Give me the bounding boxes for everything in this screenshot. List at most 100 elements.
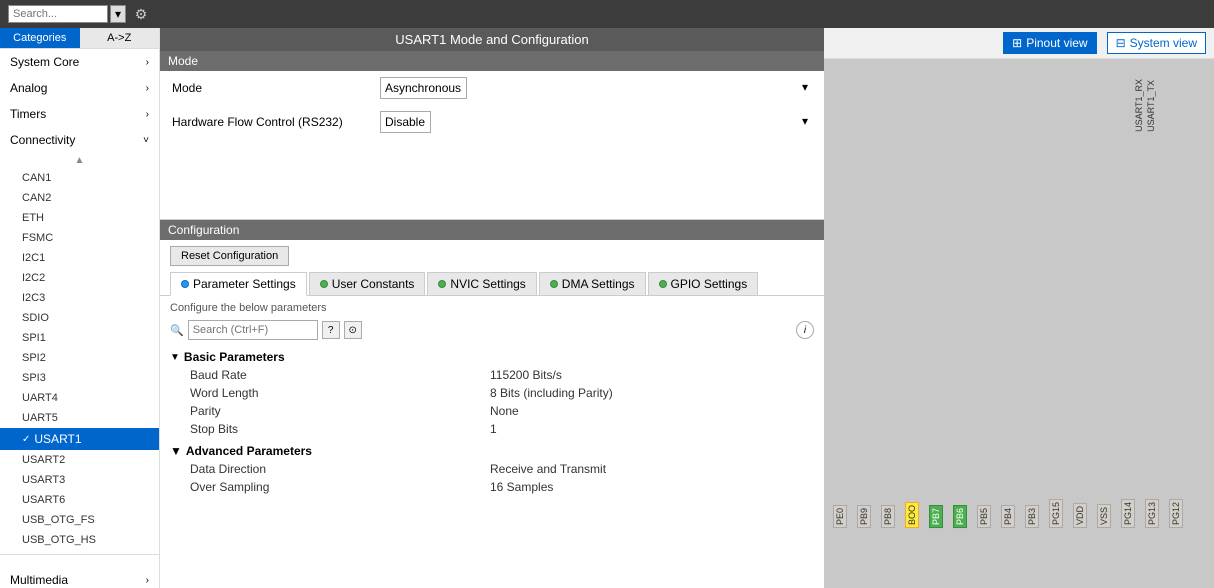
pin-item-pb5[interactable]: PB5 — [972, 505, 996, 528]
pin-label-pg14[interactable]: PG14 — [1121, 499, 1135, 528]
param-name: Parity — [190, 404, 490, 418]
system-view-label: System view — [1130, 36, 1197, 50]
pin-item-pg15[interactable]: PG15 — [1044, 499, 1068, 528]
pin-label-pb9[interactable]: PB9 — [857, 505, 871, 528]
tab-nvic-label: NVIC Settings — [450, 277, 525, 291]
sidebar-sub-item-usart6[interactable]: USART6 — [0, 490, 159, 510]
tab-parameter-settings[interactable]: Parameter Settings — [170, 272, 307, 296]
sidebar-sub-item-can1[interactable]: CAN1 — [0, 168, 159, 188]
basic-params-header[interactable]: ▼ Basic Parameters — [170, 348, 814, 366]
sidebar-item-multimedia[interactable]: Multimedia › — [0, 567, 159, 588]
pin-label-pg13[interactable]: PG13 — [1145, 499, 1159, 528]
sidebar-sub-item-usb_otg_fs[interactable]: USB_OTG_FS — [0, 510, 159, 530]
pin-item-boo[interactable]: BOO — [900, 502, 924, 528]
pin-label-pe0[interactable]: PE0 — [833, 505, 847, 528]
sidebar-sub-item-i2c2[interactable]: I2C2 — [0, 268, 159, 288]
system-view-button[interactable]: ⊟ System view — [1107, 32, 1206, 54]
pin-label-pb8[interactable]: PB8 — [881, 505, 895, 528]
pin-item-pg12[interactable]: PG12 — [1164, 499, 1188, 528]
sidebar-spacer — [0, 559, 159, 567]
tab-nvic-settings[interactable]: NVIC Settings — [427, 272, 536, 295]
pin-label-pg15[interactable]: PG15 — [1049, 499, 1063, 528]
param-row: Over Sampling16 Samples — [170, 478, 814, 496]
advanced-params-header[interactable]: ▼ Advanced Parameters — [170, 442, 814, 460]
mode-section-header: Mode — [160, 51, 824, 71]
pin-item-pg13[interactable]: PG13 — [1140, 499, 1164, 528]
basic-params-label: Basic Parameters — [184, 350, 285, 364]
pin-item-pe0[interactable]: PE0 — [828, 505, 852, 528]
mode-select-0[interactable]: Asynchronous — [380, 77, 467, 99]
tab-user-constants[interactable]: User Constants — [309, 272, 426, 295]
chevron-icon: › — [146, 83, 149, 94]
tab-gpio-settings[interactable]: GPIO Settings — [648, 272, 759, 295]
sidebar-item-timers[interactable]: Timers › — [0, 101, 159, 127]
search-info-1[interactable]: ? — [322, 321, 340, 339]
pin-label-vss[interactable]: VSS — [1097, 504, 1111, 528]
sidebar-sub-item-spi2[interactable]: SPI2 — [0, 348, 159, 368]
pin-item-vss[interactable]: VSS — [1092, 504, 1116, 528]
analog-label: Analog — [10, 81, 47, 95]
param-value: 1 — [490, 422, 497, 436]
search-dropdown[interactable]: ▾ — [110, 5, 126, 23]
pin-label-pb4[interactable]: PB4 — [1001, 505, 1015, 528]
pin-item-pg14[interactable]: PG14 — [1116, 499, 1140, 528]
param-search-input[interactable] — [188, 320, 318, 340]
dot-dma — [550, 280, 558, 288]
gear-icon-button[interactable]: ⚙ — [132, 5, 150, 23]
pin-item-pb9[interactable]: PB9 — [852, 505, 876, 528]
pin-item-pb8[interactable]: PB8 — [876, 505, 900, 528]
chevron-down-icon: ˅ — [143, 135, 149, 146]
sidebar-sub-item-i2c3[interactable]: I2C3 — [0, 288, 159, 308]
sidebar-sub-item-i2c1[interactable]: I2C1 — [0, 248, 159, 268]
right-panel-header: ⊞ Pinout view ⊟ System view — [824, 28, 1214, 59]
sidebar-sub-item-eth[interactable]: ETH — [0, 208, 159, 228]
pin-item-pb7[interactable]: PB7 — [924, 505, 948, 528]
config-section-header: Configuration — [160, 220, 824, 240]
pin-label-pb5[interactable]: PB5 — [977, 505, 991, 528]
info-icon[interactable]: i — [796, 321, 814, 339]
reset-config-button[interactable]: Reset Configuration — [170, 246, 289, 266]
pin-item-pb3[interactable]: PB3 — [1020, 505, 1044, 528]
sidebar-sub-item-sdio[interactable]: SDIO — [0, 308, 159, 328]
sidebar-sub-item-fsmc[interactable]: FSMC — [0, 228, 159, 248]
tab-categories[interactable]: Categories — [0, 28, 80, 48]
usart1-tx-signal-label: USART1_TX — [1146, 79, 1156, 132]
sidebar-sub-item-uart5[interactable]: UART5 — [0, 408, 159, 428]
mode-select-wrapper-0: Asynchronous — [380, 77, 812, 99]
scroll-up-indicator: ▲ — [0, 153, 159, 168]
pin-item-pb6[interactable]: PB6 — [948, 505, 972, 528]
search-info-2[interactable]: ⊙ — [344, 321, 362, 339]
pin-label-boo[interactable]: BOO — [905, 502, 919, 528]
pin-label-vdd[interactable]: VDD — [1073, 503, 1087, 528]
dot-user — [320, 280, 328, 288]
check-icon: ✓ — [22, 434, 30, 445]
search-input[interactable] — [8, 5, 108, 23]
mode-label-1: Hardware Flow Control (RS232) — [172, 115, 372, 129]
sidebar-divider — [0, 554, 159, 555]
sidebar-item-system-core[interactable]: System Core › — [0, 49, 159, 75]
sidebar-item-connectivity[interactable]: Connectivity ˅ — [0, 127, 159, 153]
sidebar-sub-item-usart3[interactable]: USART3 — [0, 470, 159, 490]
tab-az[interactable]: A->Z — [80, 28, 160, 48]
pin-label-pb7[interactable]: PB7 — [929, 505, 943, 528]
sidebar-sub-item-usart2[interactable]: USART2 — [0, 450, 159, 470]
pin-item-vdd[interactable]: VDD — [1068, 503, 1092, 528]
pin-label-pb3[interactable]: PB3 — [1025, 505, 1039, 528]
sidebar-sub-item-usart1[interactable]: ✓ USART1 — [0, 428, 159, 450]
pin-label-pg12[interactable]: PG12 — [1169, 499, 1183, 528]
sidebar-sub-item-spi3[interactable]: SPI3 — [0, 368, 159, 388]
param-value: 115200 Bits/s — [490, 368, 562, 382]
tab-dma-settings[interactable]: DMA Settings — [539, 272, 646, 295]
pinout-view-button[interactable]: ⊞ Pinout view — [1003, 32, 1096, 54]
mode-select-1[interactable]: Disable — [380, 111, 431, 133]
sidebar-tabs: Categories A->Z — [0, 28, 159, 49]
sidebar-item-analog[interactable]: Analog › — [0, 75, 159, 101]
sidebar-sub-item-spi1[interactable]: SPI1 — [0, 328, 159, 348]
sidebar-sub-item-uart4[interactable]: UART4 — [0, 388, 159, 408]
usart1-rx-signal-label: USART1_RX — [1134, 79, 1144, 132]
dot-nvic — [438, 280, 446, 288]
pin-label-pb6[interactable]: PB6 — [953, 505, 967, 528]
sidebar-sub-item-usb_otg_hs[interactable]: USB_OTG_HS — [0, 530, 159, 550]
pin-item-pb4[interactable]: PB4 — [996, 505, 1020, 528]
sidebar-sub-item-can2[interactable]: CAN2 — [0, 188, 159, 208]
